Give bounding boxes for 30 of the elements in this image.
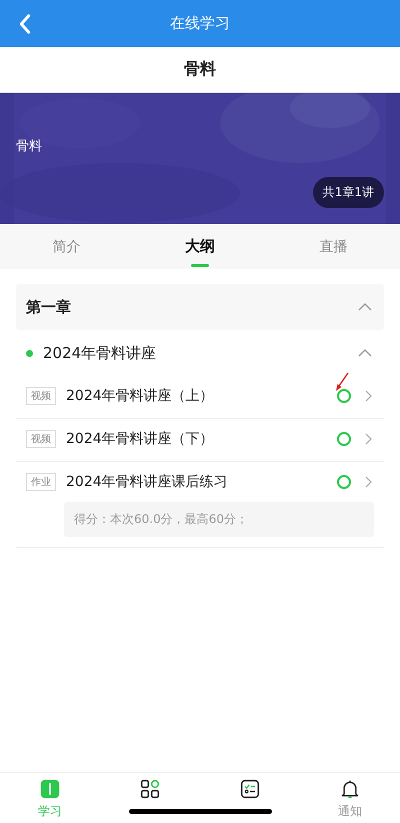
chapter-title: 第一章 <box>26 298 72 316</box>
lesson-count-badge: 共1章1讲 <box>312 177 384 208</box>
lesson-type-tag: 视频 <box>26 387 56 405</box>
book-icon <box>40 779 60 799</box>
section-header[interactable]: 2024年骨料讲座 <box>16 330 384 376</box>
back-icon[interactable] <box>18 13 32 35</box>
lesson-type-tag: 作业 <box>26 473 56 491</box>
lesson-title: 2024年骨料讲座课后练习 <box>66 473 229 491</box>
grid-icon <box>140 779 160 799</box>
bell-icon <box>340 779 360 799</box>
chevron-icon <box>358 349 372 357</box>
lesson-row[interactable]: 视频 2024年骨料讲座（上） <box>16 376 384 416</box>
status-ring-icon <box>337 432 351 446</box>
lesson-row[interactable]: 作业 2024年骨料讲座课后练习 <box>16 462 384 502</box>
banner-caption: 骨料 <box>16 138 42 155</box>
lesson-row[interactable]: 视频 2024年骨料讲座（下） <box>16 419 384 459</box>
lesson-title: 2024年骨料讲座（下） <box>66 430 215 448</box>
chevron-icon <box>358 303 372 311</box>
lesson-title: 2024年骨料讲座（上） <box>66 387 215 405</box>
section-title: 2024年骨料讲座 <box>43 344 158 362</box>
tab[interactable]: 大纲 <box>133 224 267 269</box>
lesson-type-tag: 视频 <box>26 430 56 448</box>
score-box: 得分：本次60.0分，最高60分； <box>64 502 374 537</box>
chevron-right-icon <box>365 433 372 445</box>
page-title: 在线学习 <box>170 14 230 33</box>
chevron-right-icon <box>365 476 372 488</box>
chapter-header[interactable]: 第一章 <box>16 284 384 330</box>
checklist-icon <box>240 779 260 799</box>
chevron-right-icon <box>365 390 372 402</box>
status-ring-icon <box>337 475 351 489</box>
